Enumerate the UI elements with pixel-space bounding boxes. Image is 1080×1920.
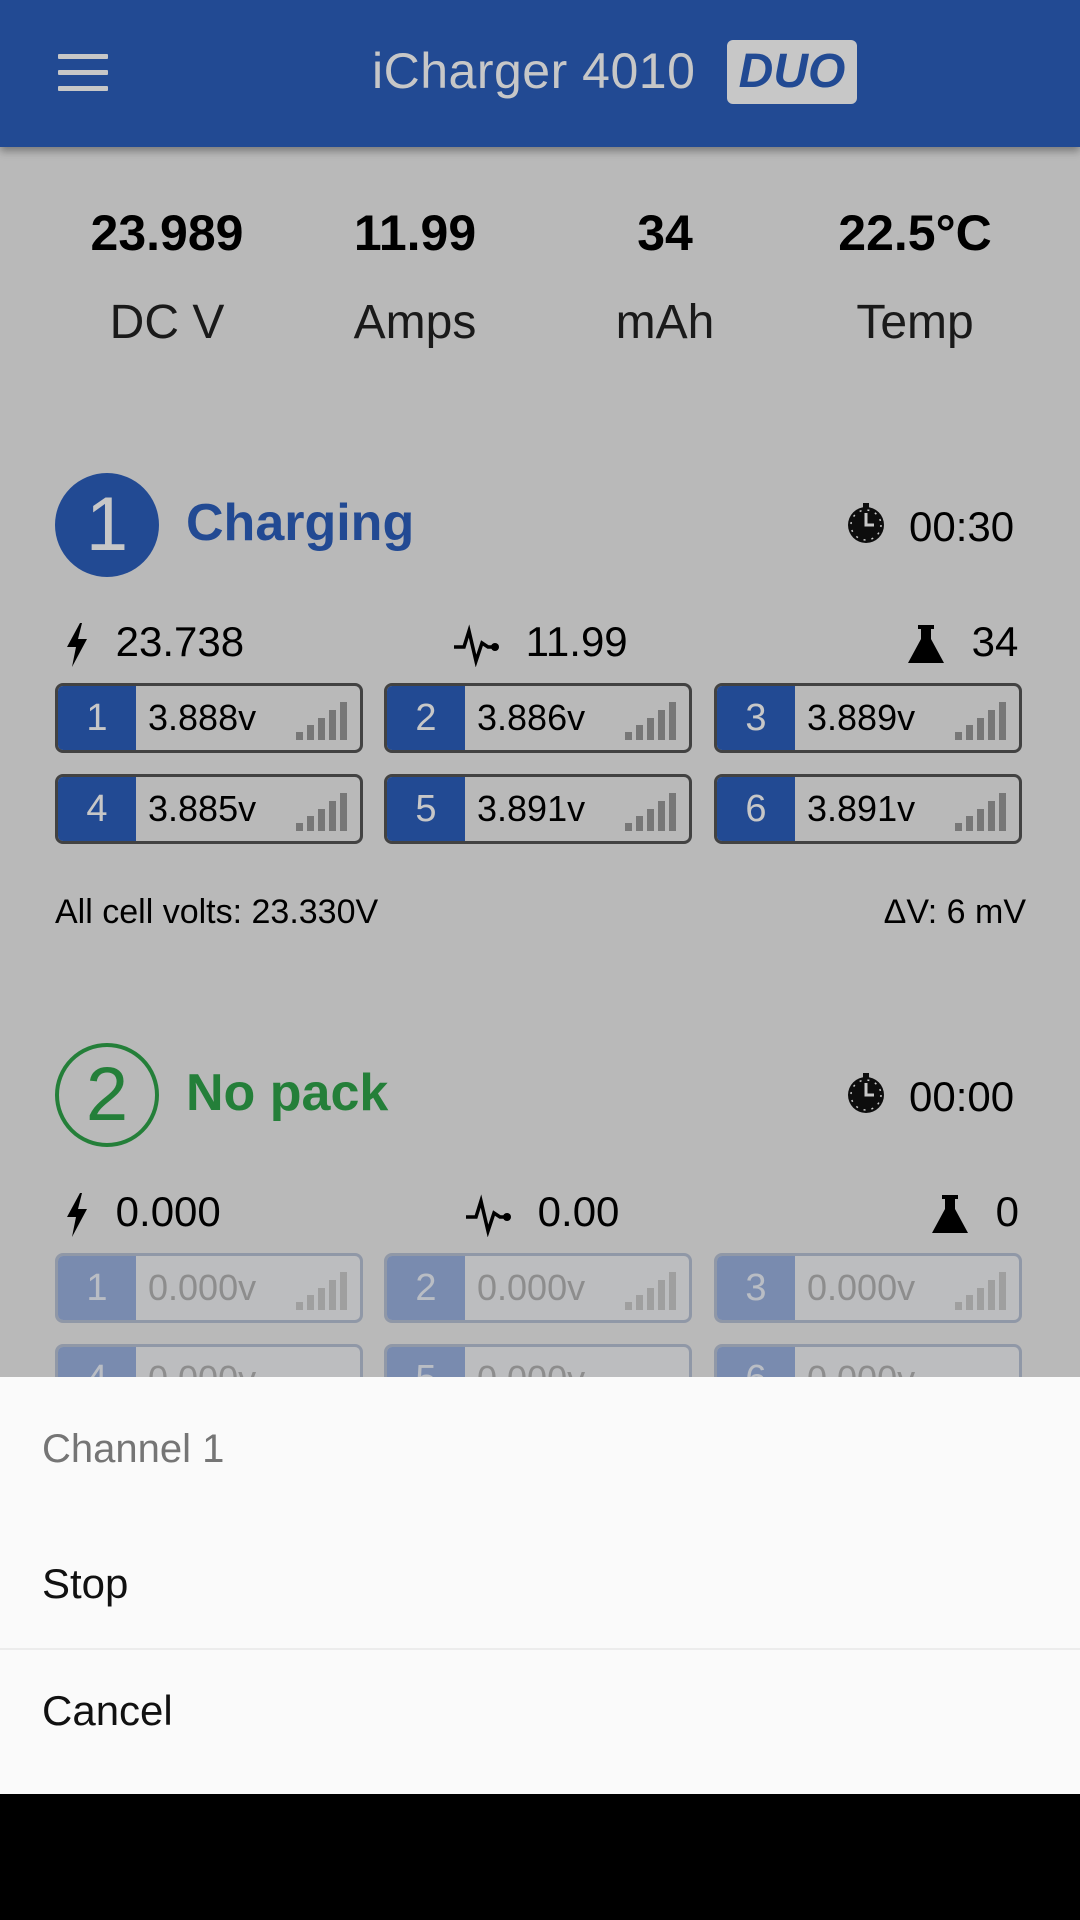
system-nav-bar [0, 1794, 1080, 1920]
app-screen: iCharger 4010 DUO 23.989 DC V 11.99 Amps… [0, 0, 1080, 1794]
sheet-divider [0, 1648, 1080, 1650]
stop-label: Stop [42, 1560, 129, 1607]
stop-button[interactable]: Stop [0, 1522, 1080, 1648]
channel-action-sheet: Channel 1 Stop Cancel [0, 1377, 1080, 1794]
cancel-label: Cancel [42, 1687, 173, 1734]
cancel-button[interactable]: Cancel [0, 1649, 1080, 1775]
sheet-title: Channel 1 [42, 1427, 225, 1471]
